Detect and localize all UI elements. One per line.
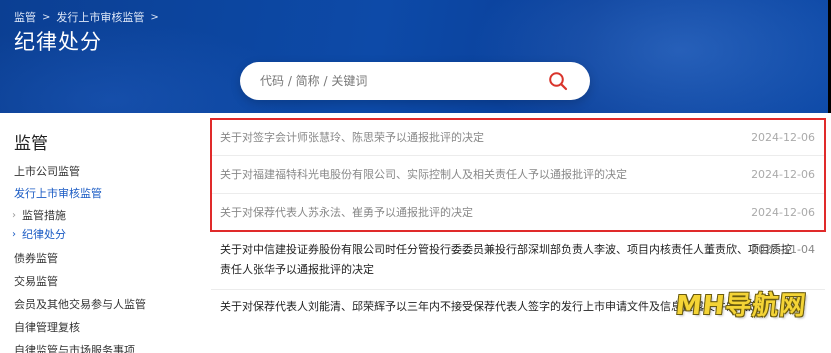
- list-item-title: 关于对中信建投证券股份有限公司时任分管投行委委员兼投行部深圳部负责人李波、项目内…: [220, 243, 792, 276]
- chevron-right-icon: ›: [12, 209, 16, 221]
- list-item-date: 2024-12-06: [751, 206, 815, 219]
- watermark-logo: MH导航网: [674, 291, 808, 321]
- sidebar-subitem-label: 监管措施: [22, 209, 66, 222]
- list-item-title: 关于对保荐代表人苏永法、崔勇予以通报批评的决定: [220, 206, 473, 219]
- breadcrumb-link-issuance[interactable]: 发行上市审核监管: [56, 9, 144, 25]
- sidebar-item-issuance-review[interactable]: 发行上市审核监管: [14, 185, 102, 201]
- page-title: 纪律处分: [14, 30, 102, 54]
- list-item[interactable]: 关于对福建福特科光电股份有限公司、实际控制人及相关责任人予以通报批评的决定 20…: [211, 156, 825, 194]
- sidebar: 监管 上市公司监管 发行上市审核监管 › 监管措施 › 纪律处分 债券监管 交易…: [0, 113, 195, 353]
- breadcrumb: 监管 > 发行上市审核监管 >: [14, 9, 165, 25]
- list-item-title: 关于对签字会计师张慧玲、陈思荣予以通报批评的决定: [220, 131, 484, 144]
- breadcrumb-link-supervision[interactable]: 监管: [14, 9, 36, 25]
- list-item-date: 2024-11-04: [751, 243, 815, 256]
- sidebar-item-services[interactable]: 自律监管与市场服务事项: [14, 342, 135, 353]
- search-icon[interactable]: [548, 71, 568, 91]
- search-input[interactable]: [260, 74, 530, 88]
- sidebar-item-review[interactable]: 自律管理复核: [14, 319, 80, 335]
- sidebar-item-listed-company[interactable]: 上市公司监管: [14, 163, 80, 179]
- list-item[interactable]: 关于对保荐代表人苏永法、崔勇予以通报批评的决定 2024-12-06: [211, 194, 825, 231]
- sidebar-item-members[interactable]: 会员及其他交易参与人监管: [14, 296, 146, 312]
- sidebar-title: 监管: [14, 134, 48, 154]
- list-item[interactable]: 关于对签字会计师张慧玲、陈思荣予以通报批评的决定 2024-12-06: [211, 119, 825, 156]
- breadcrumb-separator-icon: >: [150, 11, 159, 23]
- sidebar-item-bonds[interactable]: 债券监管: [14, 250, 58, 266]
- sidebar-subitem-label: 纪律处分: [22, 228, 66, 241]
- sidebar-subitem-measures[interactable]: › 监管措施: [12, 207, 66, 223]
- sidebar-item-trading[interactable]: 交易监管: [14, 273, 58, 289]
- list-item-title: 关于对福建福特科光电股份有限公司、实际控制人及相关责任人予以通报批评的决定: [220, 168, 627, 181]
- sidebar-subitem-discipline[interactable]: › 纪律处分: [12, 226, 66, 242]
- list-item-date: 2024-12-06: [751, 168, 815, 181]
- list-item-date: 2024-12-06: [751, 131, 815, 144]
- breadcrumb-separator-icon: >: [42, 11, 51, 23]
- search-box: [240, 62, 590, 100]
- list-item[interactable]: 关于对中信建投证券股份有限公司时任分管投行委委员兼投行部深圳部负责人李波、项目内…: [211, 236, 825, 290]
- chevron-right-icon: ›: [12, 228, 16, 240]
